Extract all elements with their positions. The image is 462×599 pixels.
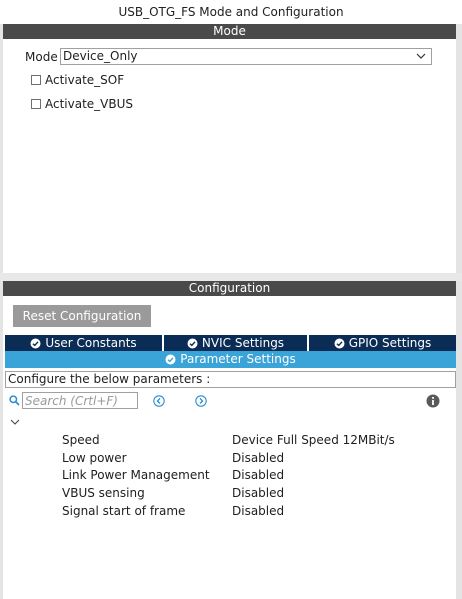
chevron-down-icon [416, 53, 426, 59]
tab-nvic-settings[interactable]: NVIC Settings [164, 335, 307, 351]
param-name-vbus-sensing: VBUS sensing [62, 486, 145, 500]
tab-label: NVIC Settings [201, 336, 285, 350]
param-value-vbus-sensing[interactable]: Disabled [232, 485, 284, 501]
param-value-link-power-management[interactable]: Disabled [232, 467, 284, 483]
check-circle-icon [30, 338, 41, 349]
window-title: USB_OTG_FS Mode and Configuration [0, 0, 462, 24]
param-name-low-power: Low power [62, 451, 127, 465]
tab-user-constants[interactable]: User Constants [5, 335, 162, 351]
param-value-low-power[interactable]: Disabled [232, 450, 284, 466]
mode-select[interactable]: Device_Only [60, 48, 432, 65]
right-gutter [456, 24, 462, 599]
check-circle-icon [187, 338, 198, 349]
collapse-chevron-icon[interactable] [10, 418, 20, 426]
param-name-speed: Speed [62, 433, 100, 447]
mode-section-header: Mode [3, 24, 456, 39]
mode-select-value: Device_Only [63, 49, 138, 63]
check-circle-icon [165, 354, 176, 365]
tab-gpio-settings[interactable]: GPIO Settings [309, 335, 456, 351]
search-icon [9, 395, 20, 406]
previous-arrow-icon[interactable] [153, 395, 165, 407]
search-input[interactable] [22, 392, 138, 409]
reset-configuration-button[interactable]: Reset Configuration [13, 305, 151, 327]
mode-label: Mode [25, 50, 58, 64]
activate-vbus-label: Activate_VBUS [45, 97, 134, 111]
activate-vbus-checkbox[interactable] [31, 99, 41, 109]
param-name-signal-start-of-frame: Signal start of frame [62, 504, 186, 518]
configure-info-bar: Configure the below parameters : [5, 371, 456, 388]
section-splitter[interactable] [0, 273, 462, 281]
tab-label: Parameter Settings [180, 352, 296, 366]
next-arrow-icon[interactable] [195, 395, 207, 407]
tab-label: GPIO Settings [348, 336, 432, 350]
param-name-link-power-management: Link Power Management [62, 468, 210, 482]
activate-sof-checkbox[interactable] [31, 75, 41, 85]
info-icon[interactable] [426, 394, 440, 408]
tab-label: User Constants [45, 336, 137, 350]
check-circle-icon [334, 338, 345, 349]
param-value-speed[interactable]: Device Full Speed 12MBit/s [232, 432, 395, 448]
tab-parameter-settings[interactable]: Parameter Settings [5, 351, 456, 368]
activate-sof-label: Activate_SOF [45, 73, 125, 87]
configuration-section-header: Configuration [3, 281, 456, 296]
param-value-signal-start-of-frame[interactable]: Disabled [232, 503, 284, 519]
